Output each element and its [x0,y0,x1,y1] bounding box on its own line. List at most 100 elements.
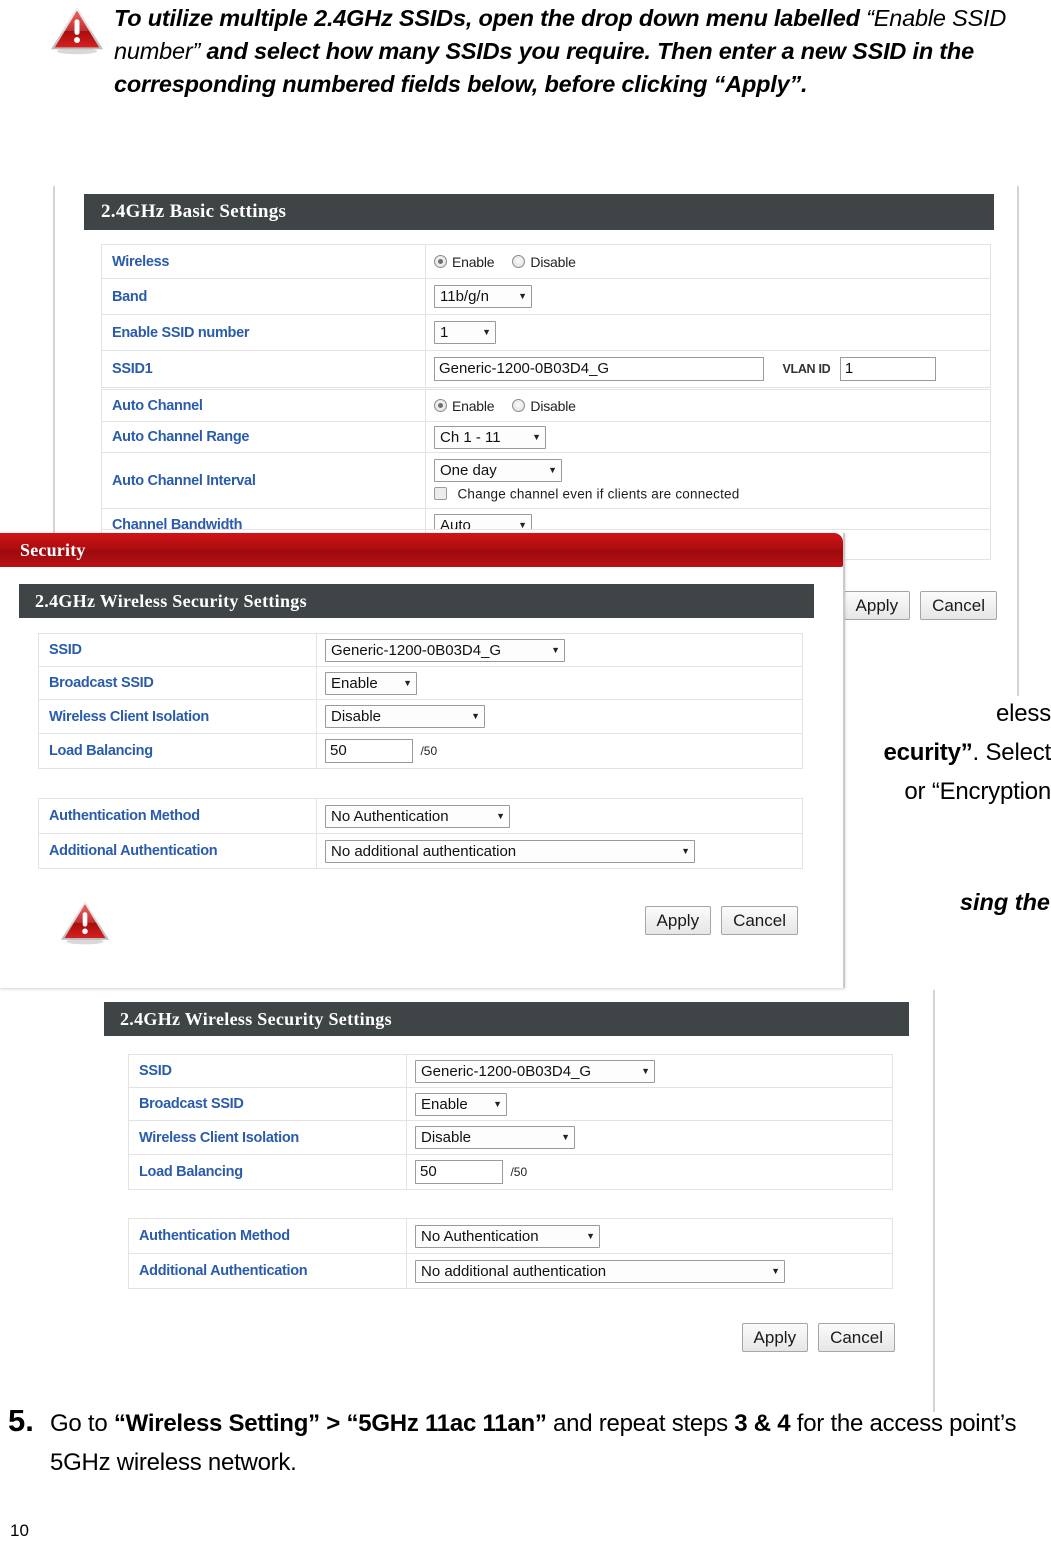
row-value-additional-authentication: No additional authentication ▼ [406,1253,893,1289]
authentication-method-select[interactable]: No Authentication ▼ [325,804,510,828]
vlan-id-input[interactable]: 1 [839,357,936,381]
broadcast-ssid-value: Enable [421,1095,468,1113]
step-5-part2: and repeat steps [546,1410,735,1437]
ssid-select-value: Generic-1200-0B03D4_G [331,641,502,659]
table-row: Enable SSID number 1 ▼ [101,314,991,351]
security-window-title: Security [20,539,86,560]
ssid-select[interactable]: Generic-1200-0B03D4_G ▼ [325,638,565,662]
table-row: Auto Channel Range Ch 1 - 11 ▼ [101,421,991,453]
row-label-authentication-method: Authentication Method [128,1218,407,1254]
chevron-down-icon: ▼ [681,845,690,856]
change-channel-checkbox-label: Change channel even if clients are conne… [457,485,740,501]
additional-authentication-select[interactable]: No additional authentication ▼ [415,1259,785,1283]
load-balancing-suffix: /50 [420,744,438,758]
enable-ssid-number-select[interactable]: 1 ▼ [434,321,496,344]
auto-channel-interval-select[interactable]: One day ▼ [434,458,562,482]
table-row: Auto Channel Interval One day ▼ Change c… [101,452,991,509]
cancel-button[interactable]: Cancel [818,1323,895,1352]
table-row: SSID Generic-1200-0B03D4_G ▼ [38,633,803,667]
row-value-wireless-client-isolation: Disable ▼ [406,1120,893,1155]
chevron-down-icon: ▼ [771,1265,780,1276]
security-bottom-table-2: Authentication Method No Authentication … [128,1218,893,1289]
load-balancing-input[interactable]: 50 [325,739,413,763]
row-value-load-balancing: 50 /50 [406,1154,893,1190]
basic-settings-header: 2.4GHz Basic Settings [84,194,994,230]
row-label-broadcast-ssid: Broadcast SSID [128,1087,407,1121]
cancel-button[interactable]: Cancel [721,906,798,935]
change-channel-checkbox[interactable] [434,486,447,500]
warning-triangle-icon [61,900,109,945]
ssid-select[interactable]: Generic-1200-0B03D4_G ▼ [415,1059,655,1083]
cancel-button[interactable]: Cancel [920,591,997,620]
apply-button[interactable]: Apply [843,591,911,620]
security-overlay-window: Security 2.4GHz Wireless Security Settin… [0,533,845,988]
note-seg-1: To utilize multiple 2.4GHz SSIDs, open t… [114,5,867,31]
row-label-auto-channel: Auto Channel [101,389,426,422]
table-row: Authentication Method No Authentication … [128,1218,893,1254]
panel-frame-line-right [933,990,935,1390]
radio-wireless-enable[interactable] [434,255,447,268]
table-row: Authentication Method No Authentication … [38,798,803,834]
additional-authentication-select[interactable]: No additional authentication ▼ [325,839,695,863]
step-5-bold2: 3 & 4 [734,1410,791,1437]
row-value-broadcast-ssid: Enable ▼ [316,666,803,700]
apply-button[interactable]: Apply [741,1323,809,1352]
security-settings-bottom-header: 2.4GHz Wireless Security Settings [104,1002,909,1036]
authentication-method-select[interactable]: No Authentication ▼ [415,1224,600,1248]
basic-settings-table-1: Wireless Enable Disable Band 11b/g/n ▼ E… [101,244,991,388]
row-value-wireless: Enable Disable [425,244,991,279]
radio-auto-channel-disable[interactable] [512,399,526,412]
row-label-auto-channel-range: Auto Channel Range [101,421,426,453]
table-row: Broadcast SSID Enable ▼ [128,1087,893,1121]
load-balancing-input[interactable]: 50 [415,1160,503,1184]
apply-button[interactable]: Apply [644,906,712,935]
wireless-client-isolation-select[interactable]: Disable ▼ [415,1126,575,1149]
ssid-select-value: Generic-1200-0B03D4_G [421,1062,592,1080]
chevron-down-icon: ▼ [586,1230,595,1241]
body-line-3: or “Encryption [904,778,1051,805]
mid-note-visible: sing the [959,889,1050,915]
enable-ssid-number-value: 1 [440,324,449,341]
page-number: 10 [10,1521,29,1540]
additional-authentication-value: No additional authentication [421,1262,607,1280]
table-row: Auto Channel Enable Disable [101,389,991,422]
security-overlay-table-1: SSID Generic-1200-0B03D4_G ▼ Broadcast S… [38,633,803,769]
security-window-titlebar: Security [0,533,843,567]
security-overlay-actions: Apply Cancel [644,906,798,935]
radio-wireless-disable[interactable] [512,255,526,268]
vlan-id-label: VLAN ID [782,362,831,376]
broadcast-ssid-select[interactable]: Enable ▼ [415,1092,507,1116]
auto-channel-range-select[interactable]: Ch 1 - 11 ▼ [434,425,546,449]
top-warning-text: To utilize multiple 2.4GHz SSIDs, open t… [114,2,1008,101]
chevron-down-icon: ▼ [641,1065,650,1076]
table-row: Wireless Client Isolation Disable ▼ [128,1120,893,1155]
row-label-enable-ssid-number: Enable SSID number [101,314,426,351]
auto-channel-range-value: Ch 1 - 11 [440,428,501,446]
wireless-client-isolation-value: Disable [331,708,382,725]
broadcast-ssid-select[interactable]: Enable ▼ [325,671,417,695]
row-label-additional-authentication: Additional Authentication [38,833,317,869]
load-balancing-suffix: /50 [510,1165,528,1179]
row-label-wireless-client-isolation: Wireless Client Isolation [128,1120,407,1155]
security-settings-header: 2.4GHz Wireless Security Settings [19,584,814,618]
note-seg-3: and select how many SSIDs you require. T… [114,38,974,97]
ssid1-input[interactable]: Generic-1200-0B03D4_G [434,357,764,381]
row-value-auto-channel-range: Ch 1 - 11 ▼ [425,421,991,453]
radio-auto-channel-enable[interactable] [434,399,447,412]
step-5-part1: Go to [50,1410,114,1437]
wireless-client-isolation-select[interactable]: Disable ▼ [325,705,485,728]
row-value-ssid: Generic-1200-0B03D4_G ▼ [406,1054,893,1088]
basic-settings-table-2: Auto Channel Enable Disable Auto Channel… [101,389,991,542]
row-value-load-balancing: 50 /50 [316,733,803,769]
chevron-down-icon: ▼ [482,327,491,337]
band-select[interactable]: 11b/g/n ▼ [434,285,532,308]
chevron-down-icon: ▼ [493,1098,502,1109]
table-row: Band 11b/g/n ▼ [101,278,991,315]
table-row: SSID Generic-1200-0B03D4_G ▼ [128,1054,893,1088]
row-label-ssid1: SSID1 [101,350,426,388]
security-settings-panel-bottom: 2.4GHz Wireless Security Settings SSID G… [95,990,935,1390]
row-value-additional-authentication: No additional authentication ▼ [316,833,803,869]
row-value-ssid1: Generic-1200-0B03D4_G VLAN ID 1 [425,350,991,388]
step-5-number: 5. [8,1403,34,1438]
authentication-method-value: No Authentication [331,807,449,825]
